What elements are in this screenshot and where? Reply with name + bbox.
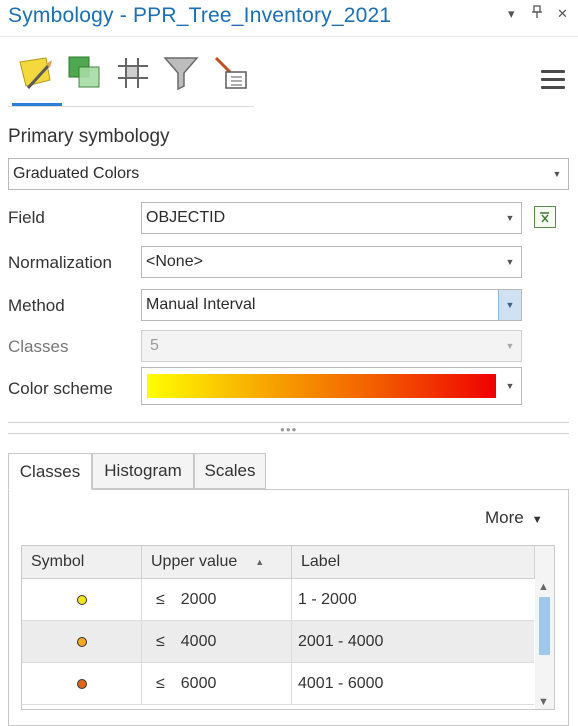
tab-histogram[interactable]: Histogram <box>92 453 194 489</box>
symbol-cell[interactable] <box>22 621 142 662</box>
close-pane-icon[interactable]: ✕ <box>557 6 568 22</box>
sort-ascending-icon: ▲ <box>255 557 265 567</box>
scroll-up-arrow-icon[interactable]: ▲ <box>538 581 549 593</box>
upper-value-header-label: Upper value <box>151 553 238 570</box>
chevron-down-icon: ▼ <box>552 169 562 179</box>
more-menu-button[interactable]: More ▼ <box>485 508 543 528</box>
primary-symbology-icon[interactable] <box>16 54 54 92</box>
more-label: More <box>485 508 524 527</box>
chevron-down-icon: ▼ <box>505 257 515 267</box>
less-equal-operator: ≤ <box>156 674 165 692</box>
tab-classes[interactable]: Classes <box>8 453 92 490</box>
table-row[interactable]: ≤ 6000 4001 - 6000 <box>22 663 534 705</box>
chevron-down-icon: ▼ <box>505 213 515 223</box>
point-symbol-icon <box>76 678 87 689</box>
auto-hide-pin-icon[interactable] <box>531 5 543 22</box>
upper-value: 4000 <box>180 632 217 650</box>
expression-builder-icon[interactable] <box>534 206 556 228</box>
hamburger-menu-icon[interactable] <box>541 70 565 90</box>
chevron-down-icon: ▼ <box>505 341 515 351</box>
title-divider <box>0 36 578 37</box>
toolbar-baseline <box>8 106 254 107</box>
color-scheme-label: Color scheme <box>8 379 113 398</box>
primary-symbology-heading: Primary symbology <box>8 126 170 147</box>
pane-title: Symbology - PPR_Tree_Inventory_2021 <box>8 4 392 27</box>
point-symbol-icon <box>76 636 87 647</box>
renderer-dropdown[interactable]: Graduated Colors ▼ <box>8 158 569 190</box>
classes-dropdown: 5 ▼ <box>141 330 522 362</box>
upper-value: 2000 <box>180 590 217 608</box>
symbol-column-header[interactable]: Symbol <box>22 546 142 579</box>
normalization-value: <None> <box>146 253 203 270</box>
pane-splitter[interactable]: ●●● <box>8 422 569 434</box>
method-dropdown[interactable]: Manual Interval ▼ <box>141 289 522 321</box>
scrollbar-thumb[interactable] <box>539 597 550 655</box>
upper-value-cell[interactable]: ≤ 2000 <box>142 579 292 620</box>
scroll-down-arrow-icon[interactable]: ▼ <box>538 696 549 708</box>
classes-label: Classes <box>8 337 69 356</box>
splitter-grip-icon: ●●● <box>280 425 298 434</box>
chevron-down-icon: ▼ <box>505 381 515 391</box>
label-column-header[interactable]: Label <box>292 546 535 579</box>
classes-value: 5 <box>150 337 159 354</box>
chevron-down-icon: ▼ <box>498 290 521 320</box>
classes-grid: Symbol Upper value ▲ Label ≤ 2000 1 - 20… <box>21 545 555 710</box>
caret-down-icon: ▼ <box>531 514 543 526</box>
table-row[interactable]: ≤ 2000 1 - 2000 <box>22 579 534 621</box>
color-scheme-dropdown[interactable]: ▼ <box>141 367 522 405</box>
upper-value-cell[interactable]: ≤ 4000 <box>142 621 292 662</box>
upper-value-cell[interactable]: ≤ 6000 <box>142 663 292 704</box>
upper-value-column-header[interactable]: Upper value ▲ <box>142 546 292 579</box>
label-cell[interactable]: 1 - 2000 <box>292 579 534 620</box>
field-dropdown[interactable]: OBJECTID ▼ <box>141 202 522 234</box>
method-label: Method <box>8 296 65 315</box>
tab-scales[interactable]: Scales <box>194 453 266 489</box>
normalization-dropdown[interactable]: <None> ▼ <box>141 246 522 278</box>
less-equal-operator: ≤ <box>156 590 165 608</box>
symbol-cell[interactable] <box>22 663 142 704</box>
renderer-value: Graduated Colors <box>13 165 140 182</box>
table-row[interactable]: ≤ 4000 2001 - 4000 <box>22 621 534 663</box>
field-label: Field <box>8 208 45 227</box>
grid-vertical-scrollbar[interactable]: ▲ ▼ <box>535 579 554 709</box>
upper-value: 6000 <box>180 674 217 692</box>
normalization-label: Normalization <box>8 253 112 272</box>
less-equal-operator: ≤ <box>156 632 165 650</box>
point-symbol-icon <box>76 594 87 605</box>
pane-options-chevron-icon[interactable]: ▾ <box>508 6 515 22</box>
method-value: Manual Interval <box>146 296 256 313</box>
field-value: OBJECTID <box>146 209 226 226</box>
vary-symbology-icon[interactable] <box>66 54 104 92</box>
symbol-layer-drawing-icon[interactable] <box>114 54 152 92</box>
label-cell[interactable]: 2001 - 4000 <box>292 621 534 662</box>
labeling-brush-icon[interactable] <box>210 54 248 92</box>
symbol-cell[interactable] <box>22 579 142 620</box>
display-filter-funnel-icon[interactable] <box>162 54 200 92</box>
label-cell[interactable]: 4001 - 6000 <box>292 663 534 704</box>
